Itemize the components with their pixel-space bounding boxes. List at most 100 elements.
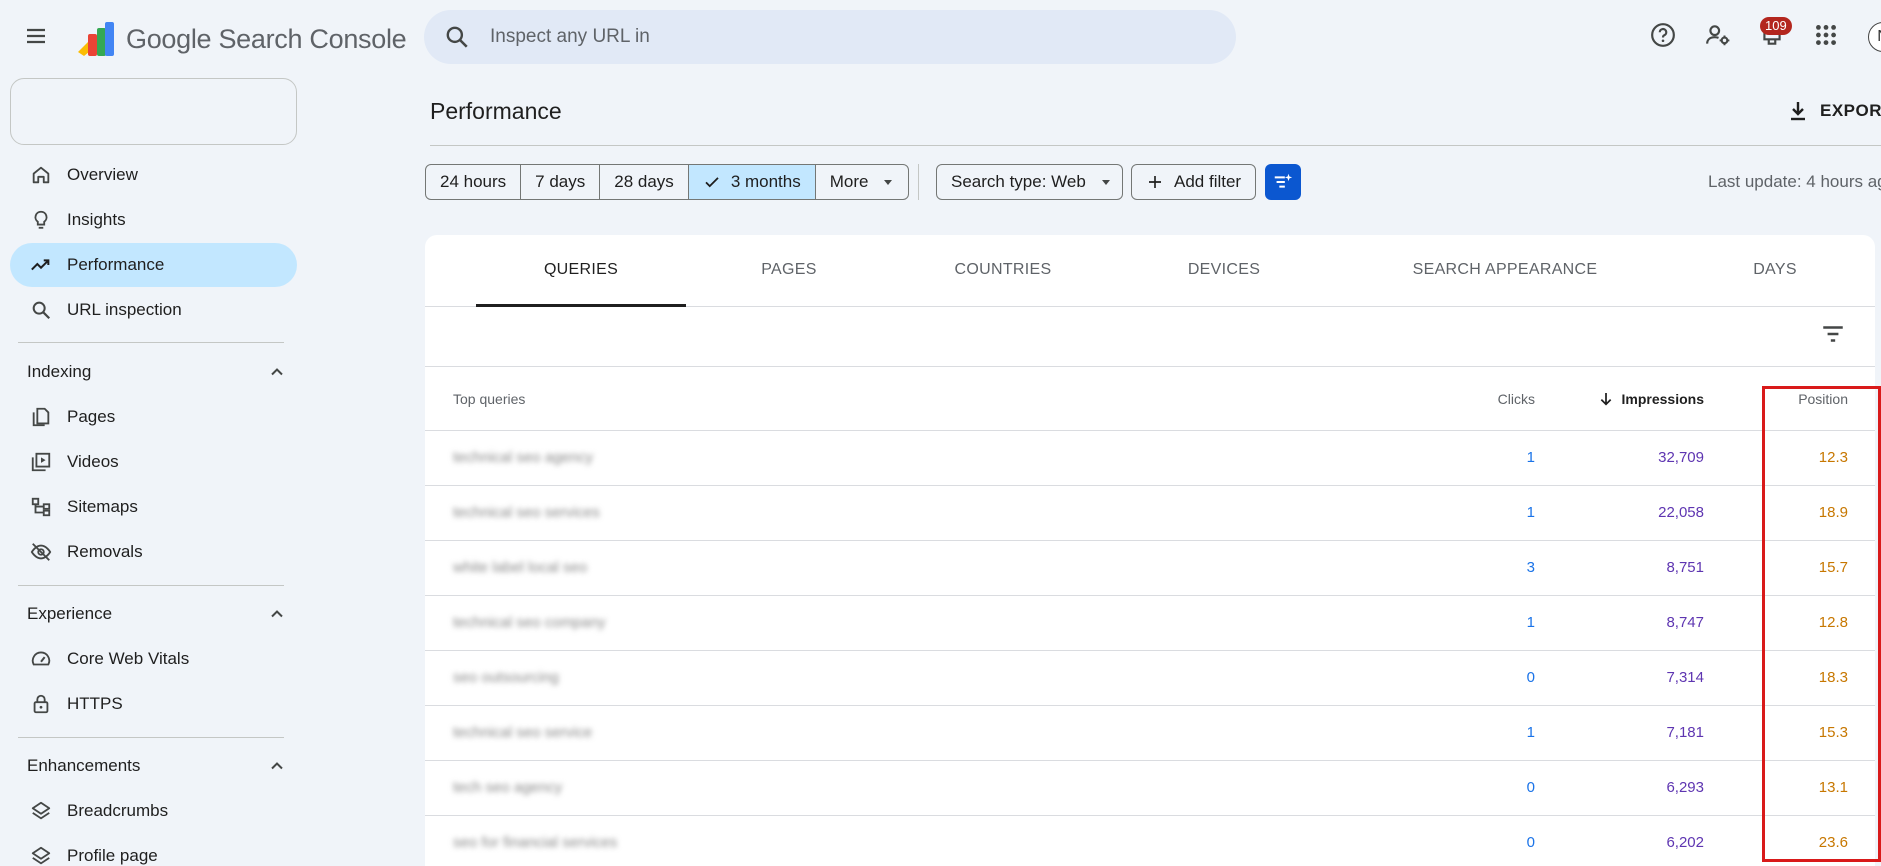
sidebar-item-overview[interactable]: Overview [10,153,297,197]
advanced-filter-button[interactable] [1265,164,1301,200]
manage-users-icon[interactable] [1705,22,1735,52]
speedometer-icon [30,648,52,670]
tab-days[interactable]: DAYS [1670,235,1880,307]
last-update-text: Last update: 4 hours ago [1708,172,1881,191]
chip-more[interactable]: More [816,165,909,199]
sidebar-item-url-inspection[interactable]: URL inspection [10,288,297,332]
chip-7-days[interactable]: 7 days [521,165,601,199]
sidebar-item-label: Breadcrumbs [67,801,169,820]
search-console-logo-icon [76,20,116,58]
table-row[interactable]: technical seo company 1 8,747 12.8 [425,596,1875,651]
tab-devices[interactable]: DEVICES [1119,235,1329,307]
sidebar-item-sitemaps[interactable]: Sitemaps [10,485,297,529]
add-filter-label: Add filter [1174,172,1242,191]
sidebar-item-label: Core Web Vitals [67,649,190,668]
chip-28-days[interactable]: 28 days [600,165,689,199]
apps-grid-icon[interactable] [1813,22,1843,52]
tab-pages[interactable]: PAGES [684,235,894,307]
table-row[interactable]: seo outsourcing 0 7,314 18.3 [425,651,1875,706]
menu-icon[interactable] [24,24,56,52]
chip-label: 3 months [730,172,801,191]
table-row[interactable]: technical seo services 1 22,058 18.9 [425,486,1875,541]
search-type-label: Search type: Web [951,172,1086,191]
sidebar-item-label: HTTPS [67,694,123,713]
chip-24-hours[interactable]: 24 hours [426,165,522,199]
position-cell: 23.6 [1818,834,1848,851]
impressions-cell: 7,181 [1666,724,1704,741]
tab-queries[interactable]: QUERIES [476,235,686,307]
sidebar-divider [18,585,284,586]
page-title: Performance [430,98,562,124]
query-cell: tech seo agency [453,779,563,796]
section-enhancements[interactable]: Enhancements [10,744,297,788]
date-range-chips: 24 hours 7 days 28 days 3 months More [425,164,910,200]
sidebar-item-label: Removals [67,542,143,561]
sidebar-item-pages[interactable]: Pages [10,395,297,439]
sidebar-item-label: Overview [67,165,138,184]
sidebar-item-performance[interactable]: Performance [10,243,297,287]
chip-label: 7 days [535,172,586,191]
layers-icon [30,800,52,822]
search-icon[interactable] [444,24,470,50]
clicks-cell: 0 [1526,779,1535,796]
column-header-impressions[interactable]: Impressions [1598,391,1704,407]
table-row[interactable]: tech seo agency 0 6,293 13.1 [425,761,1875,816]
top-bar: Google Search Console 109 N [0,0,1881,76]
sidebar-item-profile-page[interactable]: Profile page [10,834,297,866]
column-header-clicks[interactable]: Clicks [1498,391,1535,407]
filter-sparkle-icon [1274,173,1293,188]
notification-count-badge: 109 [1760,17,1792,35]
sidebar-item-core-web-vitals[interactable]: Core Web Vitals [10,637,297,681]
table-filter-icon[interactable] [1820,321,1850,351]
sidebar-item-https[interactable]: HTTPS [10,682,297,726]
section-indexing[interactable]: Indexing [10,350,297,394]
query-cell: seo outsourcing [453,669,559,686]
chip-3-months[interactable]: 3 months [688,165,816,199]
tab-search-appearance[interactable]: SEARCH APPEARANCE [1365,235,1645,307]
sidebar-item-videos[interactable]: Videos [10,440,297,484]
table-row[interactable]: technical seo agency 1 32,709 12.3 [425,431,1875,486]
sidebar-item-removals[interactable]: Removals [10,530,297,574]
sitemap-icon [30,496,52,518]
url-inspect-input[interactable] [490,22,1210,52]
add-filter-button[interactable]: Add filter [1131,164,1256,200]
chip-label: More [829,172,869,191]
download-icon [1786,99,1810,123]
active-tab-indicator [476,304,686,307]
help-icon[interactable] [1650,22,1680,52]
column-header-label: Impressions [1621,391,1704,407]
export-label: EXPORT [1820,101,1881,120]
table-row[interactable]: white label local seo 3 8,751 15.7 [425,541,1875,596]
query-cell: technical seo service [453,724,593,741]
position-cell: 15.3 [1818,724,1848,741]
chip-label: 24 hours [440,172,507,191]
eye-off-icon [30,541,52,563]
sort-down-arrow-icon [1598,391,1614,407]
clicks-cell: 1 [1526,504,1535,521]
chevron-up-icon [267,756,287,776]
table-row[interactable]: seo for financial services 0 6,202 23.6 [425,816,1875,866]
position-cell: 12.8 [1818,614,1848,631]
section-label: Enhancements [27,756,141,775]
sidebar-item-insights[interactable]: Insights [10,198,297,242]
query-cell: technical seo agency [453,449,594,466]
clicks-cell: 1 [1526,724,1535,741]
url-inspect-search[interactable] [424,10,1236,64]
impressions-cell: 8,751 [1666,559,1704,576]
property-selector[interactable] [10,78,297,145]
search-type-dropdown[interactable]: Search type: Web [936,164,1123,200]
column-header-position[interactable]: Position [1798,391,1848,407]
section-experience[interactable]: Experience [10,592,297,636]
position-cell: 15.7 [1818,559,1848,576]
impressions-cell: 7,314 [1666,669,1704,686]
export-button[interactable]: EXPORT [1786,96,1881,126]
sidebar-item-breadcrumbs[interactable]: Breadcrumbs [10,789,297,833]
search-icon [30,299,52,321]
video-icon [30,451,52,473]
avatar[interactable]: N [1868,22,1881,52]
table-row[interactable]: technical seo service 1 7,181 15.3 [425,706,1875,761]
pages-icon [30,406,52,428]
position-cell: 13.1 [1818,779,1848,796]
tab-countries[interactable]: COUNTRIES [898,235,1108,307]
sidebar-item-label: Performance [67,255,165,274]
